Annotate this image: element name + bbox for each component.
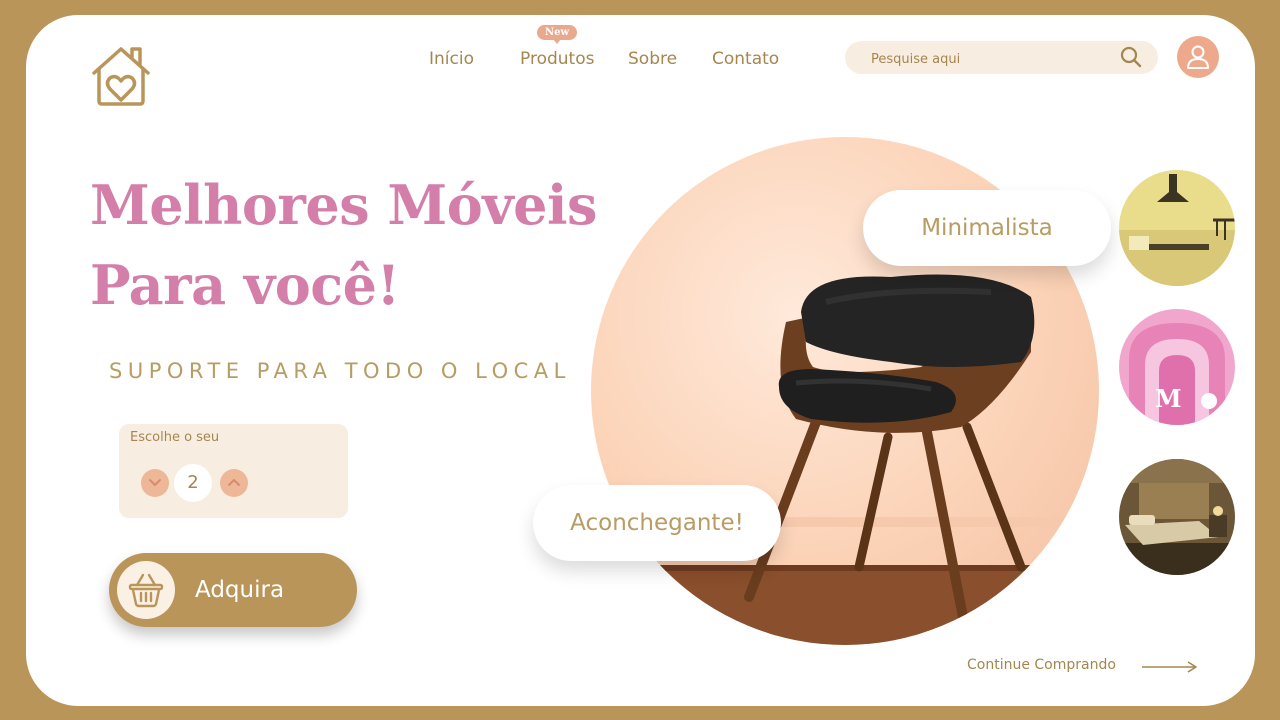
- quantity-value[interactable]: 2: [174, 464, 212, 502]
- main-card: Início Produtos Sobre Contato New Melhor…: [26, 15, 1255, 706]
- chevron-down-icon: [149, 479, 161, 486]
- thumbnail-bedroom[interactable]: [1119, 459, 1235, 575]
- continue-shopping-link[interactable]: Continue Comprando: [967, 657, 1116, 673]
- nav-item-sobre[interactable]: Sobre: [628, 49, 677, 69]
- decrease-button[interactable]: [141, 469, 169, 497]
- thumbnail-pink-room[interactable]: M: [1119, 309, 1235, 425]
- quantity-label: Escolhe o seu: [130, 430, 220, 445]
- nav-item-produtos[interactable]: Produtos: [520, 49, 594, 69]
- hero-subtitle: SUPORTE PARA TODO O LOCAL: [109, 359, 571, 383]
- chevron-up-icon: [228, 479, 240, 486]
- arrow-right-icon[interactable]: [1141, 660, 1199, 674]
- user-icon: [1187, 45, 1209, 69]
- hero-title-line2: Para você!: [90, 253, 400, 317]
- tag-aconchegante[interactable]: Aconchegante!: [533, 485, 781, 561]
- search-input[interactable]: [869, 48, 1103, 70]
- quantity-stepper: Escolhe o seu 2: [119, 424, 348, 518]
- buy-button[interactable]: Adquira: [109, 553, 357, 627]
- nav-item-contato[interactable]: Contato: [712, 49, 779, 69]
- tag-minimalista[interactable]: Minimalista: [863, 190, 1111, 266]
- increase-button[interactable]: [220, 469, 248, 497]
- thumbnail-kitchen[interactable]: [1119, 170, 1235, 286]
- svg-text:M: M: [1155, 384, 1182, 413]
- hero-title-line1: Melhores Móveis: [90, 173, 597, 237]
- basket-icon: [117, 561, 175, 619]
- buy-button-label: Adquira: [195, 577, 285, 603]
- user-avatar[interactable]: [1177, 36, 1219, 78]
- house-heart-icon[interactable]: [88, 43, 154, 109]
- search-icon[interactable]: [1120, 46, 1142, 68]
- new-badge: New: [537, 25, 577, 44]
- search-bar: [845, 41, 1158, 74]
- nav-item-inicio[interactable]: Início: [429, 49, 474, 69]
